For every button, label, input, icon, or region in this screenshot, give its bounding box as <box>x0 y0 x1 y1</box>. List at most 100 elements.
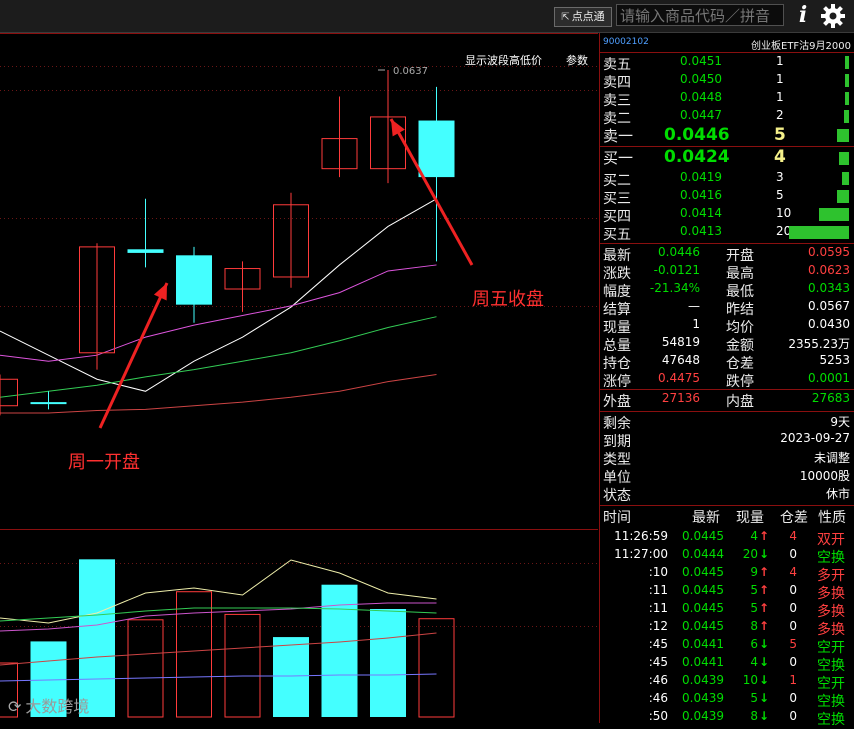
trade-price: 0.0445 <box>682 529 724 543</box>
stat-value: 0.0595 <box>808 245 850 259</box>
buy-label: 买二 <box>603 173 631 189</box>
buy-label: 买四 <box>603 209 631 225</box>
info-icon[interactable]: i <box>795 3 811 27</box>
buy-volume-bar <box>841 172 849 185</box>
stat-label: 幅度 <box>603 284 631 300</box>
candle-body <box>127 249 164 253</box>
trade-price: 0.0439 <box>682 709 724 723</box>
info-label: 剩余 <box>603 416 631 432</box>
trade-qty: 6 <box>750 637 758 651</box>
stat-value: 0.0623 <box>808 263 850 277</box>
stat-value: — <box>688 299 700 313</box>
sell-qty: 1 <box>776 54 784 68</box>
trade-qty: 8 <box>750 619 758 633</box>
buy-volume-bar <box>837 190 849 203</box>
sell-label: 卖四 <box>603 75 631 91</box>
sell-row-2: 卖二 0.0447 2 <box>600 108 854 127</box>
buy-qty: 4 <box>774 147 786 167</box>
trade-row: 11:27:00 0.0444 20 ↓ 0 空换 <box>600 547 854 566</box>
sell-volume-bar <box>837 129 849 142</box>
trade-qty: 4 <box>750 655 758 669</box>
info-label: 状态 <box>603 488 631 504</box>
high-marker-label: 0.0637 <box>393 66 428 77</box>
sell-volume-bar <box>845 92 849 105</box>
sell-row-5: 卖五 0.0451 1 <box>600 54 854 73</box>
trade-row: 11:26:59 0.0445 4 ↑ 4 双开 <box>600 529 854 548</box>
kline-chart[interactable]: 0.0637 显示波段高低价 参数 周一开盘 周五收盘 ⟳ 大数跨境 <box>0 33 598 723</box>
buy-volume-bar <box>789 226 849 239</box>
stat-label: 总量 <box>603 338 631 354</box>
th-nature: 性质 <box>818 510 846 526</box>
trade-oi: 0 <box>789 709 797 723</box>
stat-value: 54819 <box>661 335 700 349</box>
stat-value: -21.34% <box>649 281 700 295</box>
volume-bar <box>370 609 406 717</box>
stat-label: 仓差 <box>726 356 754 372</box>
sell-label: 卖五 <box>603 57 631 73</box>
trade-qty: 5 <box>750 601 758 615</box>
sell-qty: 5 <box>774 125 786 145</box>
trade-direction-icon: ↓ <box>759 709 770 723</box>
trade-time: :50 <box>648 709 668 723</box>
info-label: 单位 <box>603 470 631 486</box>
cursor-icon: ⇱ <box>561 12 570 23</box>
trade-time: :11 <box>648 601 668 615</box>
watermark: ⟳ 大数跨境 <box>8 693 89 717</box>
trade-qty: 5 <box>750 691 758 705</box>
trade-direction-icon: ↓ <box>759 547 770 561</box>
divider <box>600 505 854 506</box>
gear-icon[interactable] <box>820 3 846 29</box>
stat-label: 最高 <box>726 266 754 282</box>
volume-bar <box>127 619 164 718</box>
search-input[interactable]: 请输入商品代码／拼音 <box>616 4 784 26</box>
sell-row-1: 卖一 0.0446 5 <box>600 125 854 146</box>
outer-inner-row: 外盘 27136 内盘 27683 <box>600 391 854 410</box>
trades-header: 时间 最新 现量 仓差 性质 <box>600 507 854 526</box>
stats-row: 现量 1 均价 0.0430 <box>600 317 854 336</box>
info-row: 到期 2023-09-27 <box>600 431 854 450</box>
trade-oi: 1 <box>789 673 797 687</box>
candle-body <box>30 402 67 405</box>
dots-button-label: 点点通 <box>571 10 605 23</box>
volume-bar <box>224 613 261 718</box>
trade-qty: 20 <box>742 547 758 561</box>
stats-row: 最新 0.0446 开盘 0.0595 <box>600 245 854 264</box>
trade-qty: 10 <box>742 673 758 687</box>
sell-price: 0.0451 <box>680 54 722 68</box>
stat-label: 涨停 <box>603 374 631 390</box>
kline-svg[interactable]: 0.0637 <box>0 33 598 723</box>
stat-label: 开盘 <box>726 248 754 264</box>
stat-value: 2355.23万 <box>788 337 850 351</box>
trade-direction-icon: ↓ <box>759 673 770 687</box>
trade-row: :12 0.0445 8 ↑ 0 多换 <box>600 619 854 638</box>
trade-oi: 0 <box>789 601 797 615</box>
trade-direction-icon: ↓ <box>759 637 770 651</box>
sell-qty: 2 <box>776 108 784 122</box>
sell-volume-bar <box>845 56 849 69</box>
buy-price: 0.0416 <box>680 188 722 202</box>
th-qty: 现量 <box>736 510 764 526</box>
monday-arrow <box>98 282 169 429</box>
show-wave-toggle[interactable]: 显示波段高低价 <box>465 52 542 68</box>
info-label: 到期 <box>603 434 631 450</box>
sell-label: 卖一 <box>603 127 634 145</box>
trade-time: :45 <box>648 655 668 669</box>
trade-time: :11 <box>648 583 668 597</box>
quote-panel: 90002102 创业板ETF沽9月2000 卖五 0.0451 1 卖四 0.0450… <box>599 33 854 728</box>
trade-qty: 5 <box>750 583 758 597</box>
trade-time: :10 <box>648 565 668 579</box>
trade-price: 0.0439 <box>682 691 724 705</box>
info-value: 休市 <box>825 487 850 501</box>
sell-row-4: 卖四 0.0450 1 <box>600 72 854 91</box>
info-row: 剩余 9天 <box>600 413 854 432</box>
trade-price: 0.0445 <box>682 583 724 597</box>
stats-row: 持仓 47648 仓差 5253 <box>600 353 854 372</box>
params-button[interactable]: 参数 <box>566 52 588 68</box>
trade-price: 0.0445 <box>682 601 724 615</box>
info-value: 9天 <box>830 415 850 429</box>
trade-oi: 0 <box>789 547 797 561</box>
dots-button[interactable]: ⇱ 点点通 <box>554 7 612 27</box>
watermark-text: 大数跨境 <box>25 697 90 716</box>
buy-row-3: 买三 0.0416 5 <box>600 188 854 207</box>
trade-row: :46 0.0439 5 ↓ 0 空换 <box>600 691 854 710</box>
